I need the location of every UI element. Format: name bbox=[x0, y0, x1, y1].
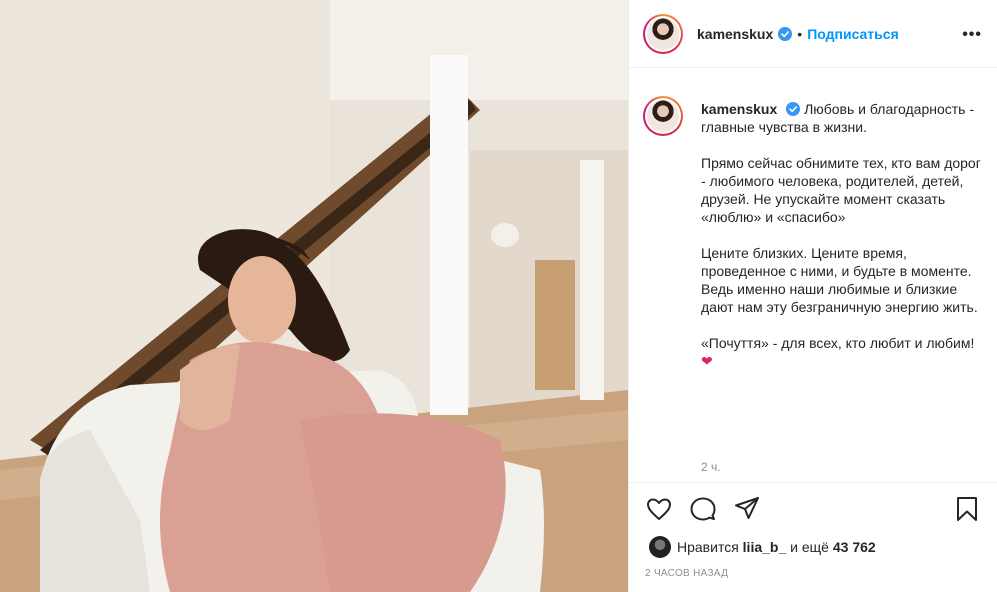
caption-paragraph-2: Прямо сейчас обнимите тех, кто вам дорог… bbox=[701, 155, 981, 225]
liker-username[interactable]: liia_b_ bbox=[743, 539, 787, 555]
caption-avatar[interactable] bbox=[643, 96, 683, 136]
comment-icon[interactable] bbox=[689, 495, 717, 523]
separator-dot: • bbox=[797, 25, 803, 42]
caption-paragraph-4: «Почуття» - для всех, кто любит и любим! bbox=[701, 335, 975, 351]
author-username[interactable]: kamenskux bbox=[697, 26, 773, 42]
share-icon[interactable] bbox=[733, 495, 761, 523]
caption-username[interactable]: kamenskux bbox=[701, 101, 777, 117]
verified-badge-icon bbox=[786, 102, 801, 116]
caption-age: 2 ч. bbox=[701, 460, 721, 474]
verified-badge-icon bbox=[778, 26, 793, 41]
red-heart-emoji: ❤ bbox=[701, 353, 713, 369]
more-options-icon[interactable]: ••• bbox=[962, 26, 982, 44]
follow-button[interactable]: Подписаться bbox=[807, 26, 899, 42]
photo-illustration bbox=[0, 0, 628, 592]
post-side-panel: kamenskux • Подписаться ••• kamenskux Лю… bbox=[628, 0, 997, 592]
action-bar bbox=[629, 482, 997, 538]
caption-text: kamenskux Любовь и благодарность - главн… bbox=[701, 100, 981, 388]
liker-avatar[interactable] bbox=[649, 536, 671, 558]
post-timestamp[interactable]: 2 ЧАСОВ НАЗАД bbox=[645, 568, 728, 579]
heart-icon[interactable] bbox=[645, 495, 673, 523]
author-avatar[interactable] bbox=[643, 13, 683, 54]
likes-summary: Нравится liia_b_ и ещё 43 762 bbox=[649, 536, 876, 558]
post-photo[interactable] bbox=[0, 0, 628, 592]
bookmark-icon[interactable] bbox=[953, 495, 981, 523]
likes-count[interactable]: 43 762 bbox=[833, 539, 876, 555]
likes-middle: и ещё bbox=[790, 539, 829, 555]
caption-paragraph-3: Цените близких. Цените время, проведенно… bbox=[701, 245, 978, 315]
post-header: kamenskux • Подписаться ••• bbox=[629, 0, 997, 68]
likes-prefix: Нравится bbox=[677, 539, 739, 555]
